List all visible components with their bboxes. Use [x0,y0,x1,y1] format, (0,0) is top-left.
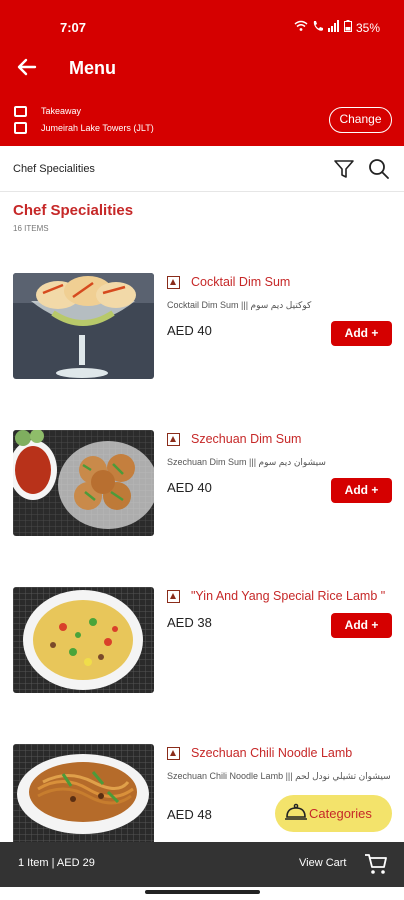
item-price: AED 48 [167,807,212,822]
signal-icon [327,20,340,35]
order-mode: Takeaway [41,106,82,116]
veg-indicator-icon [167,433,180,446]
menu-item[interactable]: Szechuan Dim Sum Szechuan Dim Sum ||| سي… [0,430,404,550]
item-name[interactable]: Szechuan Chili Noodle Lamb [191,746,352,760]
bag-icon [14,106,27,117]
wifi-icon [294,20,308,35]
item-name[interactable]: "Yin And Yang Special Rice Lamb " [191,589,385,603]
item-price: AED 40 [167,480,212,495]
item-description: Szechuan Chili Noodle Lamb ||| سيشوان تش… [167,771,391,781]
menu-item[interactable]: Cocktail Dim Sum Cocktail Dim Sum ||| كو… [0,273,404,393]
item-price: AED 40 [167,323,212,338]
phone-icon [312,20,324,35]
add-button[interactable]: Add + [331,478,392,503]
item-name[interactable]: Szechuan Dim Sum [191,432,301,446]
section-title: Chef Specialities [13,202,134,219]
item-image-szechuan-dim-sum[interactable] [13,430,154,536]
menu-item[interactable]: "Yin And Yang Special Rice Lamb " AED 38… [0,587,404,707]
veg-indicator-icon [167,590,180,603]
cart-icon[interactable] [364,852,388,876]
cart-bar[interactable]: 1 Item | AED 29 View Cart [0,842,404,887]
back-arrow-icon[interactable] [14,56,40,82]
change-button[interactable]: Change [329,107,392,133]
battery-icon [343,20,352,35]
categories-label: Categories [309,806,372,821]
item-image-yin-yang-rice[interactable] [13,587,154,693]
status-time: 7:07 [60,20,87,35]
cloche-icon [284,803,308,823]
categories-button[interactable]: Categories [275,795,392,832]
veg-indicator-icon [167,747,180,760]
add-button[interactable]: Add + [331,321,392,346]
status-bar: 7:07 35% [0,0,404,52]
store-icon [14,122,27,134]
page-title: Menu [69,58,116,78]
add-button[interactable]: Add + [331,613,392,638]
item-price: AED 38 [167,615,212,630]
search-icon[interactable] [368,158,390,180]
item-name[interactable]: Cocktail Dim Sum [191,275,290,289]
veg-indicator-icon [167,276,180,289]
item-image-chili-noodle[interactable] [13,744,154,850]
item-description: Szechuan Dim Sum ||| سيشوان ديم سوم [167,457,326,467]
filter-bar: Chef Specialities [0,146,404,192]
battery-level: 35% [355,20,380,35]
home-handle[interactable] [145,890,260,894]
filter-icon[interactable] [333,158,355,180]
cart-summary: 1 Item | AED 29 [18,857,95,869]
category-selector[interactable]: Chef Specialities [13,163,95,175]
view-cart-link[interactable]: View Cart [299,857,346,869]
item-image-cocktail-dim-sum[interactable] [13,273,154,379]
section-count: 16 ITEMS [13,224,49,233]
app-bar: Menu [0,52,404,92]
order-info-bar: Takeaway Jumeirah Lake Towers (JLT) Chan… [0,92,404,146]
system-nav-bar [0,887,404,900]
item-description: Cocktail Dim Sum ||| كوكتيل ديم سوم [167,300,312,310]
status-icons: 35% [294,20,380,35]
order-location: Jumeirah Lake Towers (JLT) [41,123,154,133]
